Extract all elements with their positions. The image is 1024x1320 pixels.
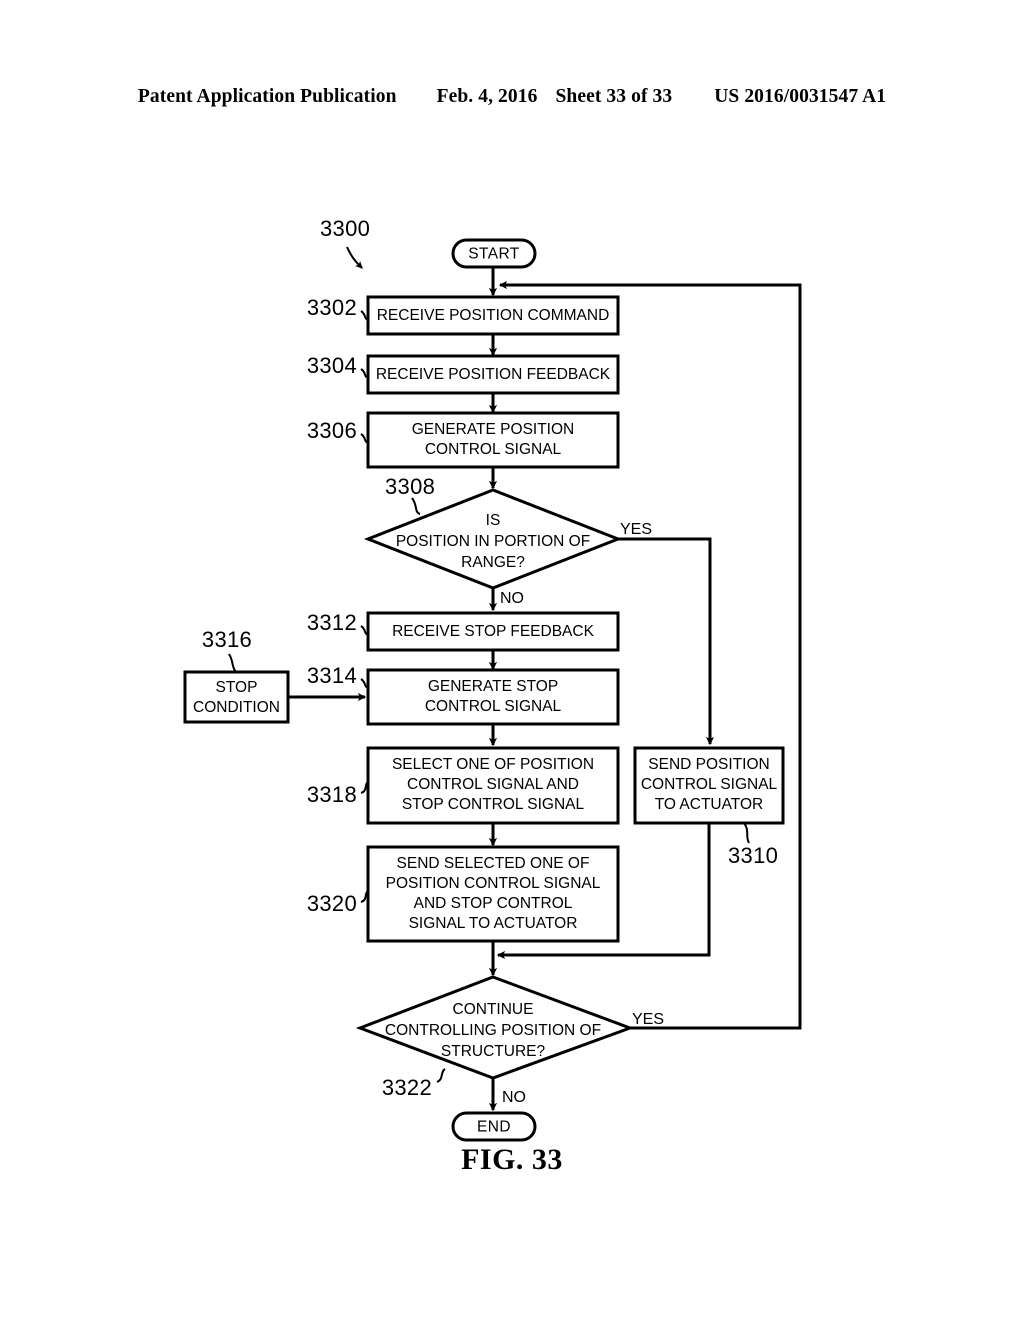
box-3306-line-2: CONTROL SIGNAL <box>425 441 562 458</box>
node-3322: CONTINUE CONTROLLING POSITION OF STRUCTU… <box>355 975 635 1080</box>
node-3306: GENERATE POSITION CONTROL SIGNAL <box>366 411 620 469</box>
box-3314-line-2: CONTROL SIGNAL <box>425 698 562 715</box>
figure-caption: FIG. 33 <box>0 1143 1024 1177</box>
branch-label-3308-no: NO <box>500 590 524 607</box>
ref-number-3320: 3320 <box>307 891 357 916</box>
node-3318: SELECT ONE OF POSITION CONTROL SIGNAL AN… <box>366 746 620 825</box>
box-3318-line-3: STOP CONTROL SIGNAL <box>402 796 585 813</box>
leader-line-3322 <box>436 1068 446 1083</box>
ref-number-3322: 3322 <box>382 1075 432 1100</box>
ref-number-3304: 3304 <box>307 353 357 378</box>
branch-label-3308-yes: YES <box>620 521 652 538</box>
node-3320: SEND SELECTED ONE OF POSITION CONTROL SI… <box>366 845 620 943</box>
leader-line-3316 <box>228 653 237 673</box>
ref-number-3318: 3318 <box>307 782 357 807</box>
flowchart-diagram: 3300 START RECEIVE POSITION COMMAND 3302… <box>183 216 802 1142</box>
branch-label-3322-yes: YES <box>632 1011 664 1028</box>
box-3320-line-3: AND STOP CONTROL <box>414 895 573 912</box>
box-3306-line-1: GENERATE POSITION <box>412 421 575 438</box>
diamond-3308-line-3: RANGE? <box>461 554 525 571</box>
box-3310-line-3: TO ACTUATOR <box>655 796 764 813</box>
connector-3308-yes-to-3310 <box>618 537 715 746</box>
figure-caption-label: FIG. 33 <box>461 1143 563 1176</box>
ref-number-3308: 3308 <box>385 474 435 499</box>
ref-number-3312: 3312 <box>307 610 357 635</box>
box-3302-line-1: RECEIVE POSITION COMMAND <box>377 307 610 324</box>
ref-number-3314: 3314 <box>307 663 357 688</box>
node-end: END <box>451 1111 537 1142</box>
box-3304-line-1: RECEIVE POSITION FEEDBACK <box>376 366 611 383</box>
node-3314: GENERATE STOP CONTROL SIGNAL <box>366 668 620 726</box>
diamond-3322-line-1: CONTINUE <box>453 1001 534 1018</box>
diamond-3308-line-2: POSITION IN PORTION OF <box>396 533 590 550</box>
node-3302: RECEIVE POSITION COMMAND <box>366 295 620 336</box>
box-3314-line-1: GENERATE STOP <box>428 678 558 695</box>
box-3320-line-4: SIGNAL TO ACTUATOR <box>409 915 578 932</box>
box-3320-line-2: POSITION CONTROL SIGNAL <box>386 875 601 892</box>
box-3310-line-1: SEND POSITION <box>648 756 769 773</box>
branch-label-3322-no: NO <box>502 1089 526 1106</box>
ref-number-3300: 3300 <box>320 216 370 241</box>
ref-number-3316: 3316 <box>202 627 252 652</box>
box-3316-line-1: STOP <box>216 679 258 696</box>
leader-line-3308 <box>411 497 421 515</box>
leader-line-3300 <box>346 246 363 269</box>
node-start: START <box>451 238 537 269</box>
node-3304: RECEIVE POSITION FEEDBACK <box>366 354 620 395</box>
node-3316: STOP CONDITION <box>183 670 290 724</box>
node-3308: IS POSITION IN PORTION OF RANGE? <box>363 488 623 590</box>
ref-number-3310: 3310 <box>728 843 778 868</box>
ref-number-3306: 3306 <box>307 418 357 443</box>
ref-number-3302: 3302 <box>307 295 357 320</box>
box-3316-line-2: CONDITION <box>193 699 280 716</box>
diamond-3308-line-1: IS <box>486 512 501 529</box>
diamond-3322-line-3: STRUCTURE? <box>441 1043 546 1060</box>
leader-line-3310 <box>743 822 750 844</box>
box-3318-line-2: CONTROL SIGNAL AND <box>407 776 579 793</box>
box-3320-line-1: SEND SELECTED ONE OF <box>397 855 590 872</box>
node-3312: RECEIVE STOP FEEDBACK <box>366 611 620 652</box>
end-terminal-label: END <box>477 1119 511 1136</box>
node-3310: SEND POSITION CONTROL SIGNAL TO ACTUATOR <box>633 746 785 825</box>
diamond-3322-line-2: CONTROLLING POSITION OF <box>385 1022 601 1039</box>
box-3310-line-2: CONTROL SIGNAL <box>641 776 778 793</box>
start-terminal-label: START <box>468 246 520 263</box>
box-3312-line-1: RECEIVE STOP FEEDBACK <box>392 623 595 640</box>
box-3318-line-1: SELECT ONE OF POSITION <box>392 756 594 773</box>
